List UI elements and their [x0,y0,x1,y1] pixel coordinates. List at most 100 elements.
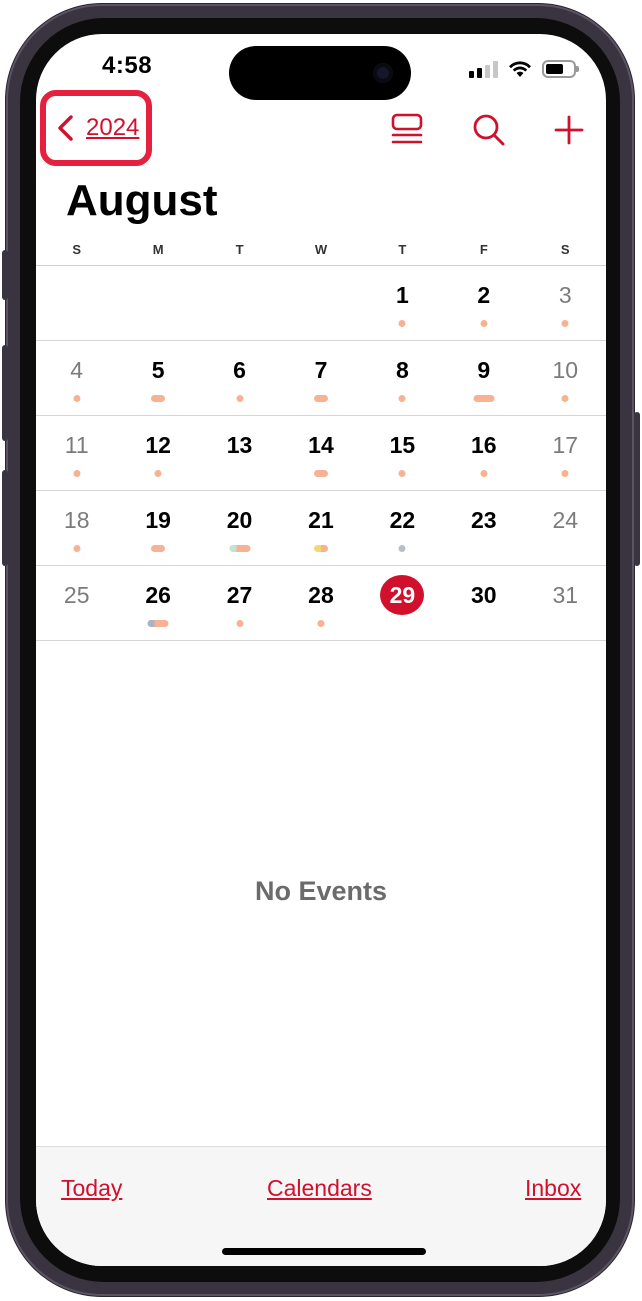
weekday-label: T [235,242,244,257]
week-row: 18 19 20 21 22 23 24 [36,491,606,566]
battery-icon [542,60,579,78]
day-cell-4[interactable]: 4 [36,341,117,415]
event-indicator [313,470,328,477]
day-cell-2[interactable]: 2 [443,266,524,340]
weekday-label: F [479,242,488,257]
day-cell-9[interactable]: 9 [443,341,524,415]
day-cell-22[interactable]: 22 [362,491,443,565]
day-cell-15[interactable]: 15 [362,416,443,490]
date-number: 24 [552,507,579,533]
day-cell-14[interactable]: 14 [280,416,361,490]
day-cell-19[interactable]: 19 [117,491,198,565]
date-number: 28 [308,582,334,608]
event-dot [320,395,328,402]
event-indicator [480,320,488,327]
today-button[interactable]: Today [61,1175,122,1202]
action-button [2,250,8,300]
date-number: 12 [145,432,171,458]
search-icon[interactable] [471,112,507,148]
event-dot [229,545,237,552]
list-view-icon[interactable] [389,112,425,148]
event-indicator [73,545,81,552]
event-dot [480,395,488,402]
volume-down-button [2,470,8,566]
event-dot [236,545,244,552]
day-cell-11[interactable]: 11 [36,416,117,490]
weekday-label: T [398,242,407,257]
day-cell-7[interactable]: 7 [280,341,361,415]
date-number: 19 [145,507,171,533]
wifi-icon [509,61,531,77]
day-cell-13[interactable]: 13 [199,416,280,490]
date-number: 18 [63,507,90,533]
screen: 4:58 2024 August S M T W T F S 1 2 3 4 5… [36,34,606,1266]
event-indicator [73,470,81,477]
week-row: 1 2 3 [36,266,606,341]
day-cell-29[interactable]: 29 [362,566,443,640]
date-number: 5 [151,357,165,383]
event-indicator [229,545,251,552]
event-dot [158,395,166,402]
event-indicator [236,620,244,627]
day-cell-18[interactable]: 18 [36,491,117,565]
date-number: 13 [226,432,253,458]
cellular-signal-icon [469,60,498,78]
back-to-year-button[interactable]: 2024 [40,90,152,166]
day-cell-5[interactable]: 5 [117,341,198,415]
day-cell-30[interactable]: 30 [443,566,524,640]
day-cell-10[interactable]: 10 [525,341,606,415]
day-cell-16[interactable]: 16 [443,416,524,490]
day-cell-20[interactable]: 20 [199,491,280,565]
day-cell-27[interactable]: 27 [199,566,280,640]
event-indicator [73,395,81,402]
day-cell-21[interactable]: 21 [280,491,361,565]
status-icons [469,58,579,80]
empty-day-cell [36,266,117,340]
event-indicator [561,395,569,402]
date-number: 10 [552,357,579,383]
add-event-icon[interactable] [551,112,587,148]
volume-up-button [2,345,8,441]
event-indicator [398,395,406,402]
day-cell-31[interactable]: 31 [525,566,606,640]
day-cell-24[interactable]: 24 [525,491,606,565]
empty-day-cell [199,266,280,340]
date-number: 16 [471,432,497,458]
date-number: 3 [558,282,572,308]
event-dot [480,470,488,477]
event-indicator [398,320,406,327]
day-cell-12[interactable]: 12 [117,416,198,490]
event-dot [317,620,325,627]
status-time: 4:58 [102,52,153,79]
day-cell-1[interactable]: 1 [362,266,443,340]
event-dot [243,545,251,552]
event-indicator [398,470,406,477]
date-number: 2 [477,282,491,308]
calendars-button[interactable]: Calendars [267,1175,372,1202]
week-row: 11 12 13 14 15 16 17 [36,416,606,491]
date-number: 17 [552,432,579,458]
event-dot [147,620,155,627]
day-cell-3[interactable]: 3 [525,266,606,340]
week-row: 4 5 6 7 8 9 10 [36,341,606,416]
event-dot [73,470,81,477]
date-number: 6 [233,357,246,383]
day-cell-26[interactable]: 26 [117,566,198,640]
date-number: 31 [552,582,579,608]
date-number: 15 [389,432,416,458]
chevron-left-icon [58,115,73,141]
day-cell-23[interactable]: 23 [443,491,524,565]
day-cell-17[interactable]: 17 [525,416,606,490]
day-cell-28[interactable]: 28 [280,566,361,640]
day-cell-6[interactable]: 6 [199,341,280,415]
inbox-button[interactable]: Inbox [525,1175,581,1202]
event-dot [398,470,406,477]
event-dot [398,320,406,327]
empty-day-cell [280,266,361,340]
weekday-header: S M T W T F S [36,242,606,266]
day-cell-25[interactable]: 25 [36,566,117,640]
weekday-label: S [72,242,82,257]
day-cell-8[interactable]: 8 [362,341,443,415]
event-dot [398,545,406,552]
date-number: 9 [477,357,491,383]
